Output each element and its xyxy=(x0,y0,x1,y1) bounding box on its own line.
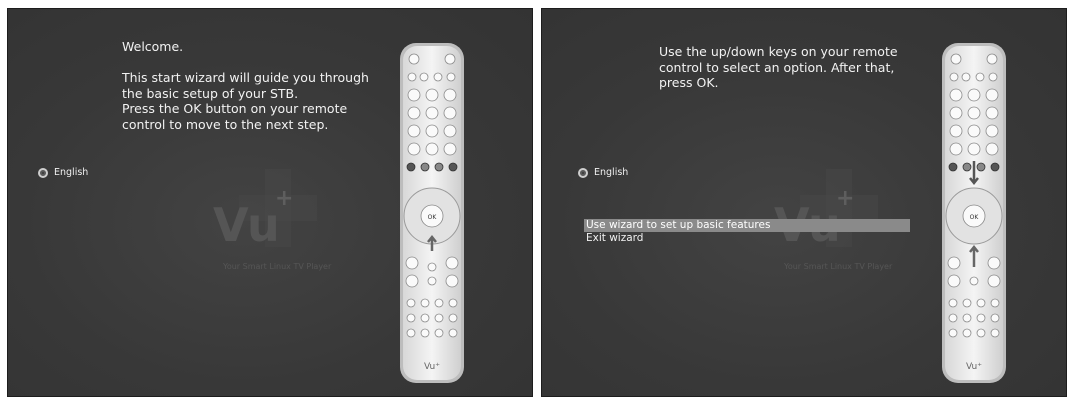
remote-brand-label: Vu⁺ xyxy=(424,362,440,372)
wizard-instructions: Use the up/down keys on your remote cont… xyxy=(659,44,898,90)
language-option[interactable]: English xyxy=(38,167,88,178)
svg-text:+: + xyxy=(836,186,854,211)
logo-tagline: Your Smart Linux TV Player xyxy=(783,262,893,271)
menu-item-exit-wizard[interactable]: Exit wizard xyxy=(584,232,910,245)
wizard-screen-select: Use the up/down keys on your remote cont… xyxy=(541,8,1067,397)
remote-control-illustration: OK Vu⁺ xyxy=(400,43,464,383)
logo-tagline: Your Smart Linux TV Player xyxy=(222,262,332,271)
radio-icon xyxy=(38,167,48,178)
svg-text:OK: OK xyxy=(970,214,980,221)
wizard-screen-welcome: Welcome. This start wizard will guide yo… xyxy=(7,8,533,397)
svg-text:OK: OK xyxy=(428,214,438,221)
menu-item-use-wizard[interactable]: Use wizard to set up basic features xyxy=(584,219,910,232)
language-option[interactable]: English xyxy=(578,167,628,178)
radio-icon xyxy=(578,167,588,178)
remote-brand-label: Vu⁺ xyxy=(966,362,982,372)
wizard-instructions: Welcome. This start wizard will guide yo… xyxy=(122,39,369,132)
language-label: English xyxy=(594,167,629,178)
vu-plus-watermark-logo: Vu + Your Smart Linux TV Player xyxy=(213,169,332,271)
wizard-menu: Use wizard to set up basic features Exit… xyxy=(584,219,910,245)
svg-text:+: + xyxy=(275,186,293,211)
remote-control-illustration: OK Vu⁺ xyxy=(942,43,1006,383)
svg-text:Vu: Vu xyxy=(213,198,280,252)
language-label: English xyxy=(54,167,89,178)
